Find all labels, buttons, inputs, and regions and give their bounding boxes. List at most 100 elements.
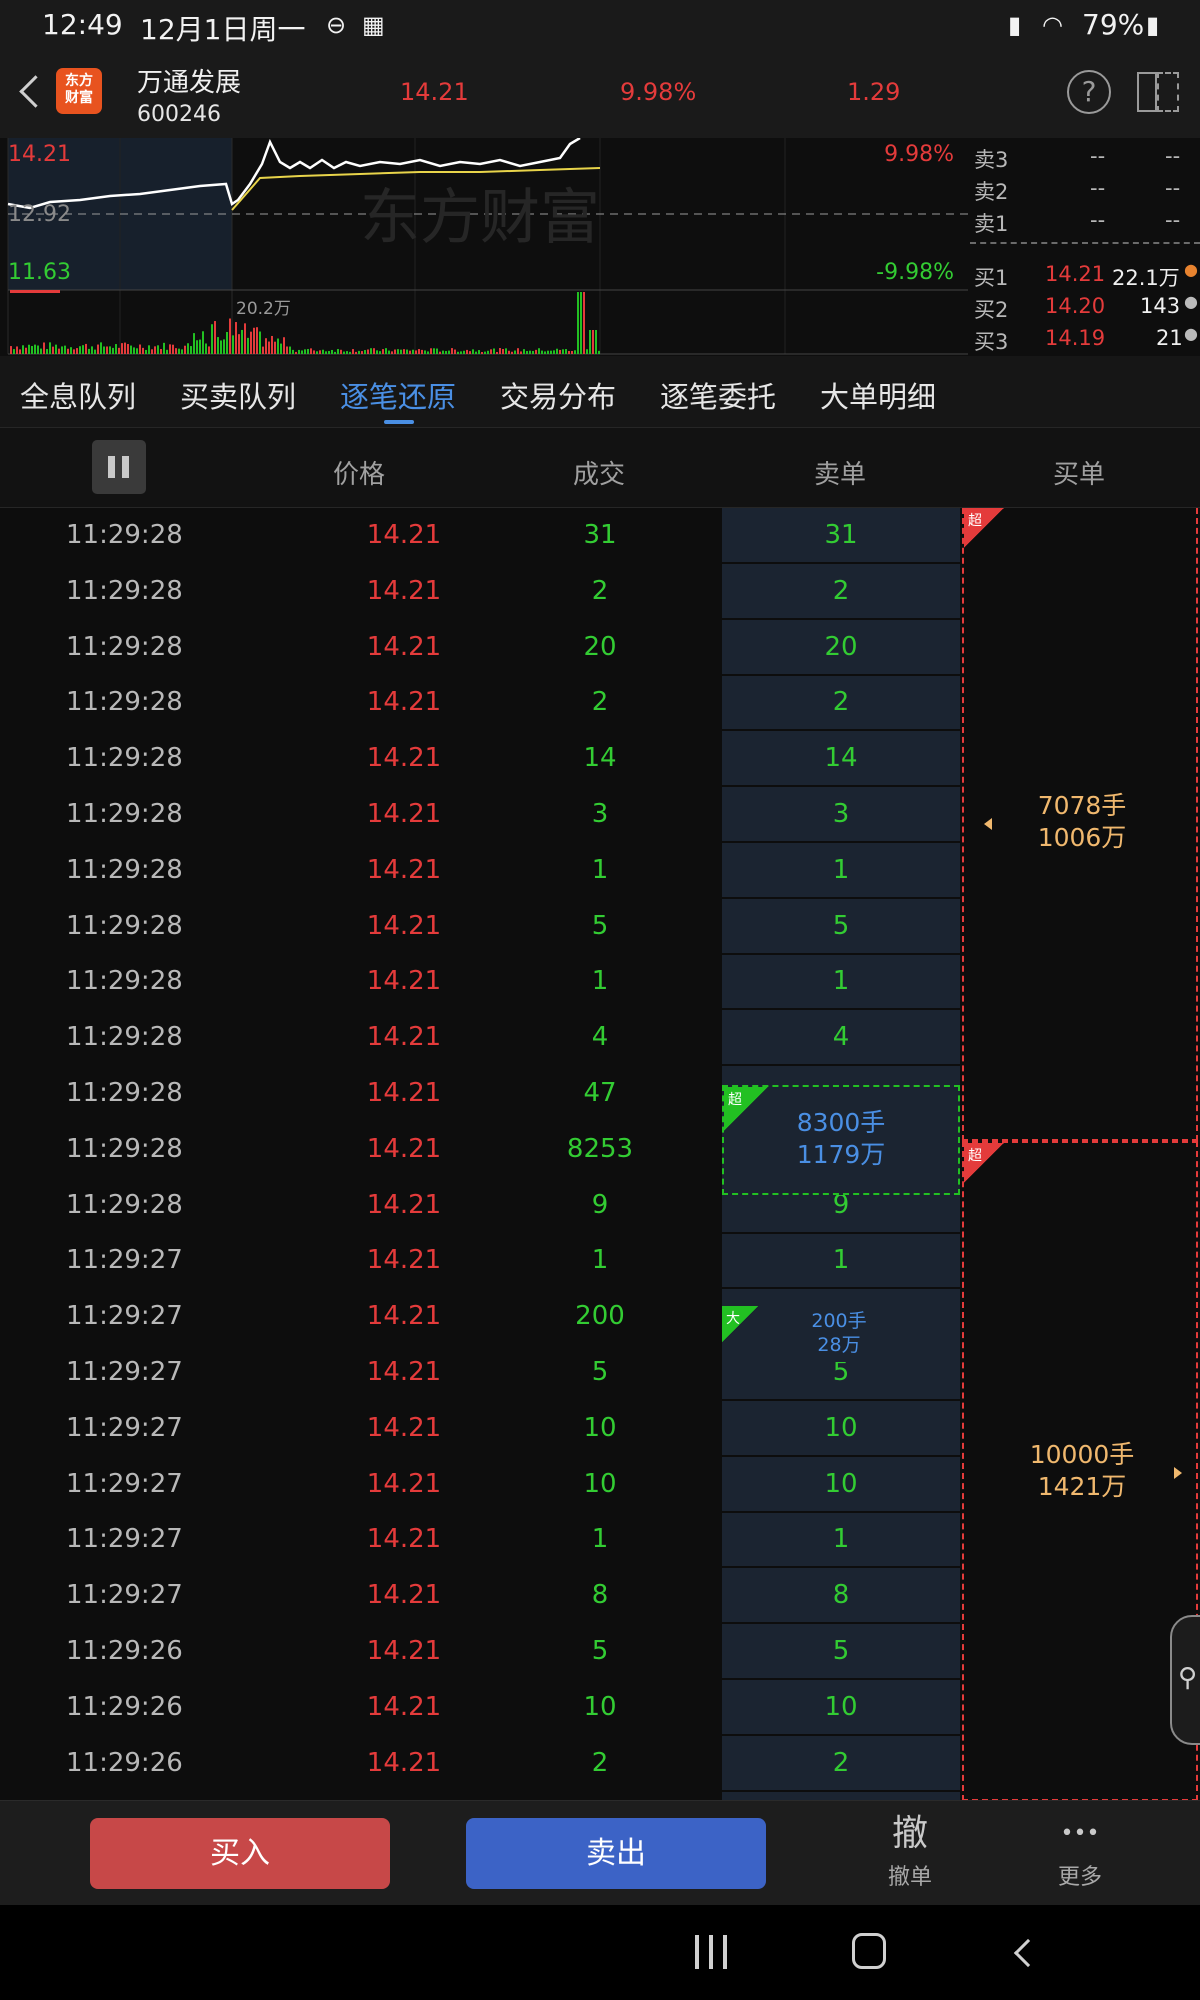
volume-bar [328,350,330,354]
intraday-chart[interactable]: 东方财富 14.21 9.98% 12.92 11.63 -9.98% 20.2… [0,136,970,356]
tab-jiaoyi-fenbu[interactable]: 交易分布 [500,374,616,416]
volume-bar [346,351,348,354]
volume-bar [37,345,39,354]
column-buy: 买单 [1053,460,1106,490]
volume-cap [10,290,60,293]
tick-volume: 8 [591,1580,609,1610]
volume-bar [358,350,360,354]
tick-time: 11:29:28 [66,855,183,885]
buy-button[interactable]: 买入 [90,1818,390,1889]
volume-bar [478,350,480,354]
volume-bar [319,350,321,354]
tab-quanxi[interactable]: 全息队列 [20,374,136,416]
recents-button[interactable] [695,1935,729,1969]
volume-bar [457,351,459,354]
volume-bar [151,349,153,354]
system-back-button[interactable] [1013,1938,1043,1968]
tick-price: 14.21 [366,576,442,606]
accessibility-button[interactable]: ⚲ [1170,1615,1200,1745]
volume-bar [250,331,252,354]
home-button[interactable] [852,1933,886,1969]
tab-zhubi-huanyuan[interactable]: 逐笔还原 [340,374,456,416]
volume-bar [184,345,186,354]
tick-time: 11:29:28 [66,520,183,550]
stock-name: 万通发展 [137,68,242,98]
cancel-icon: 撤 [891,1813,928,1854]
volume-bar [289,346,291,354]
volume-bar [334,351,336,354]
more-icon: ••• [1060,1821,1100,1846]
tick-price: 14.21 [366,1748,442,1778]
volume-bar [304,349,306,354]
volume-bar [232,335,234,354]
volume-bar [280,343,282,354]
tick-volume: 1 [591,966,609,996]
tick-time: 11:29:26 [66,1636,183,1666]
volume-bar [187,343,189,354]
status-bar: 12:49 12月1日周一 ⊖ ▦ ▮ ◠ 79% ▮ [0,0,1200,48]
system-nav-bar [0,1905,1200,2000]
tick-volume: 20 [583,632,617,662]
volume-bar [133,347,135,354]
dot-icon: ● [1184,260,1198,279]
volume-bar [469,351,471,354]
volume-bar [496,351,498,354]
volume-bar [514,350,516,354]
volume-bar [43,342,45,354]
volume-bar [559,349,561,354]
cancel-order-button[interactable]: 撤 撤单 [860,1811,960,1891]
volume-bar [583,292,585,354]
volume-bar [472,349,474,354]
volume-bar [511,351,513,354]
big-sell-block[interactable]: 大 200手 28万 [722,1306,960,1362]
badge-super: 超 [964,1143,1004,1183]
split-screen-icon[interactable] [1135,70,1181,114]
tab-dadan-mingxi[interactable]: 大单明细 [820,374,936,416]
tick-time: 11:29:28 [66,1134,183,1164]
volume-bar [397,349,399,354]
volume-bar [592,330,594,354]
tick-sell: 10 [824,1413,858,1443]
big-sell-qty: 8300手 [796,1108,886,1137]
volume-bar [70,347,72,354]
volume-bar [460,351,462,354]
volume-bar [265,338,267,354]
volume-bar [574,350,576,354]
pause-button[interactable] [92,440,146,494]
volume-bar [193,333,195,354]
tab-maimai[interactable]: 买卖队列 [180,374,296,416]
volume-bar [577,292,579,354]
help-icon[interactable]: ? [1067,70,1111,114]
big-buy-block[interactable]: 超 10000手 1421万 [962,1141,1198,1800]
tick-volume: 10 [583,1413,617,1443]
sell-button[interactable]: 卖出 [466,1818,766,1889]
volume-bar [112,347,114,354]
volume-bar [415,350,417,354]
more-button[interactable]: ••• 更多 [1030,1811,1130,1891]
big-sell-block[interactable]: 超 8300手 1179万 [722,1085,960,1195]
volume-bar [481,351,483,354]
tab-zhubi-weituo[interactable]: 逐笔委托 [660,374,776,416]
tick-price: 14.21 [366,1636,442,1666]
tick-volume: 14 [583,743,617,773]
volume-bar [379,351,381,354]
volume-bar [76,348,78,354]
big-buy-block[interactable]: 超 7078手 1006万 [962,508,1198,1141]
volume-bar [271,335,273,354]
volume-bar [142,347,144,354]
volume-bar [241,329,243,354]
back-button[interactable] [14,72,44,112]
volume-bar [325,351,327,354]
volume-bar [526,351,528,354]
tick-table[interactable]: 11:29:29 11:29:2814.21313111:29:2814.212… [0,508,1200,1800]
volume-bar [553,350,555,354]
big-buy-qty: 7078手 [1037,791,1127,820]
volume-bar [100,342,102,354]
volume-bar [565,349,567,354]
volume-bar [571,350,573,354]
volume-bar [547,350,549,354]
volume-bar [61,346,63,354]
tick-volume: 2 [591,1748,609,1778]
volume-bar [208,346,210,354]
volume-bar [427,351,429,354]
